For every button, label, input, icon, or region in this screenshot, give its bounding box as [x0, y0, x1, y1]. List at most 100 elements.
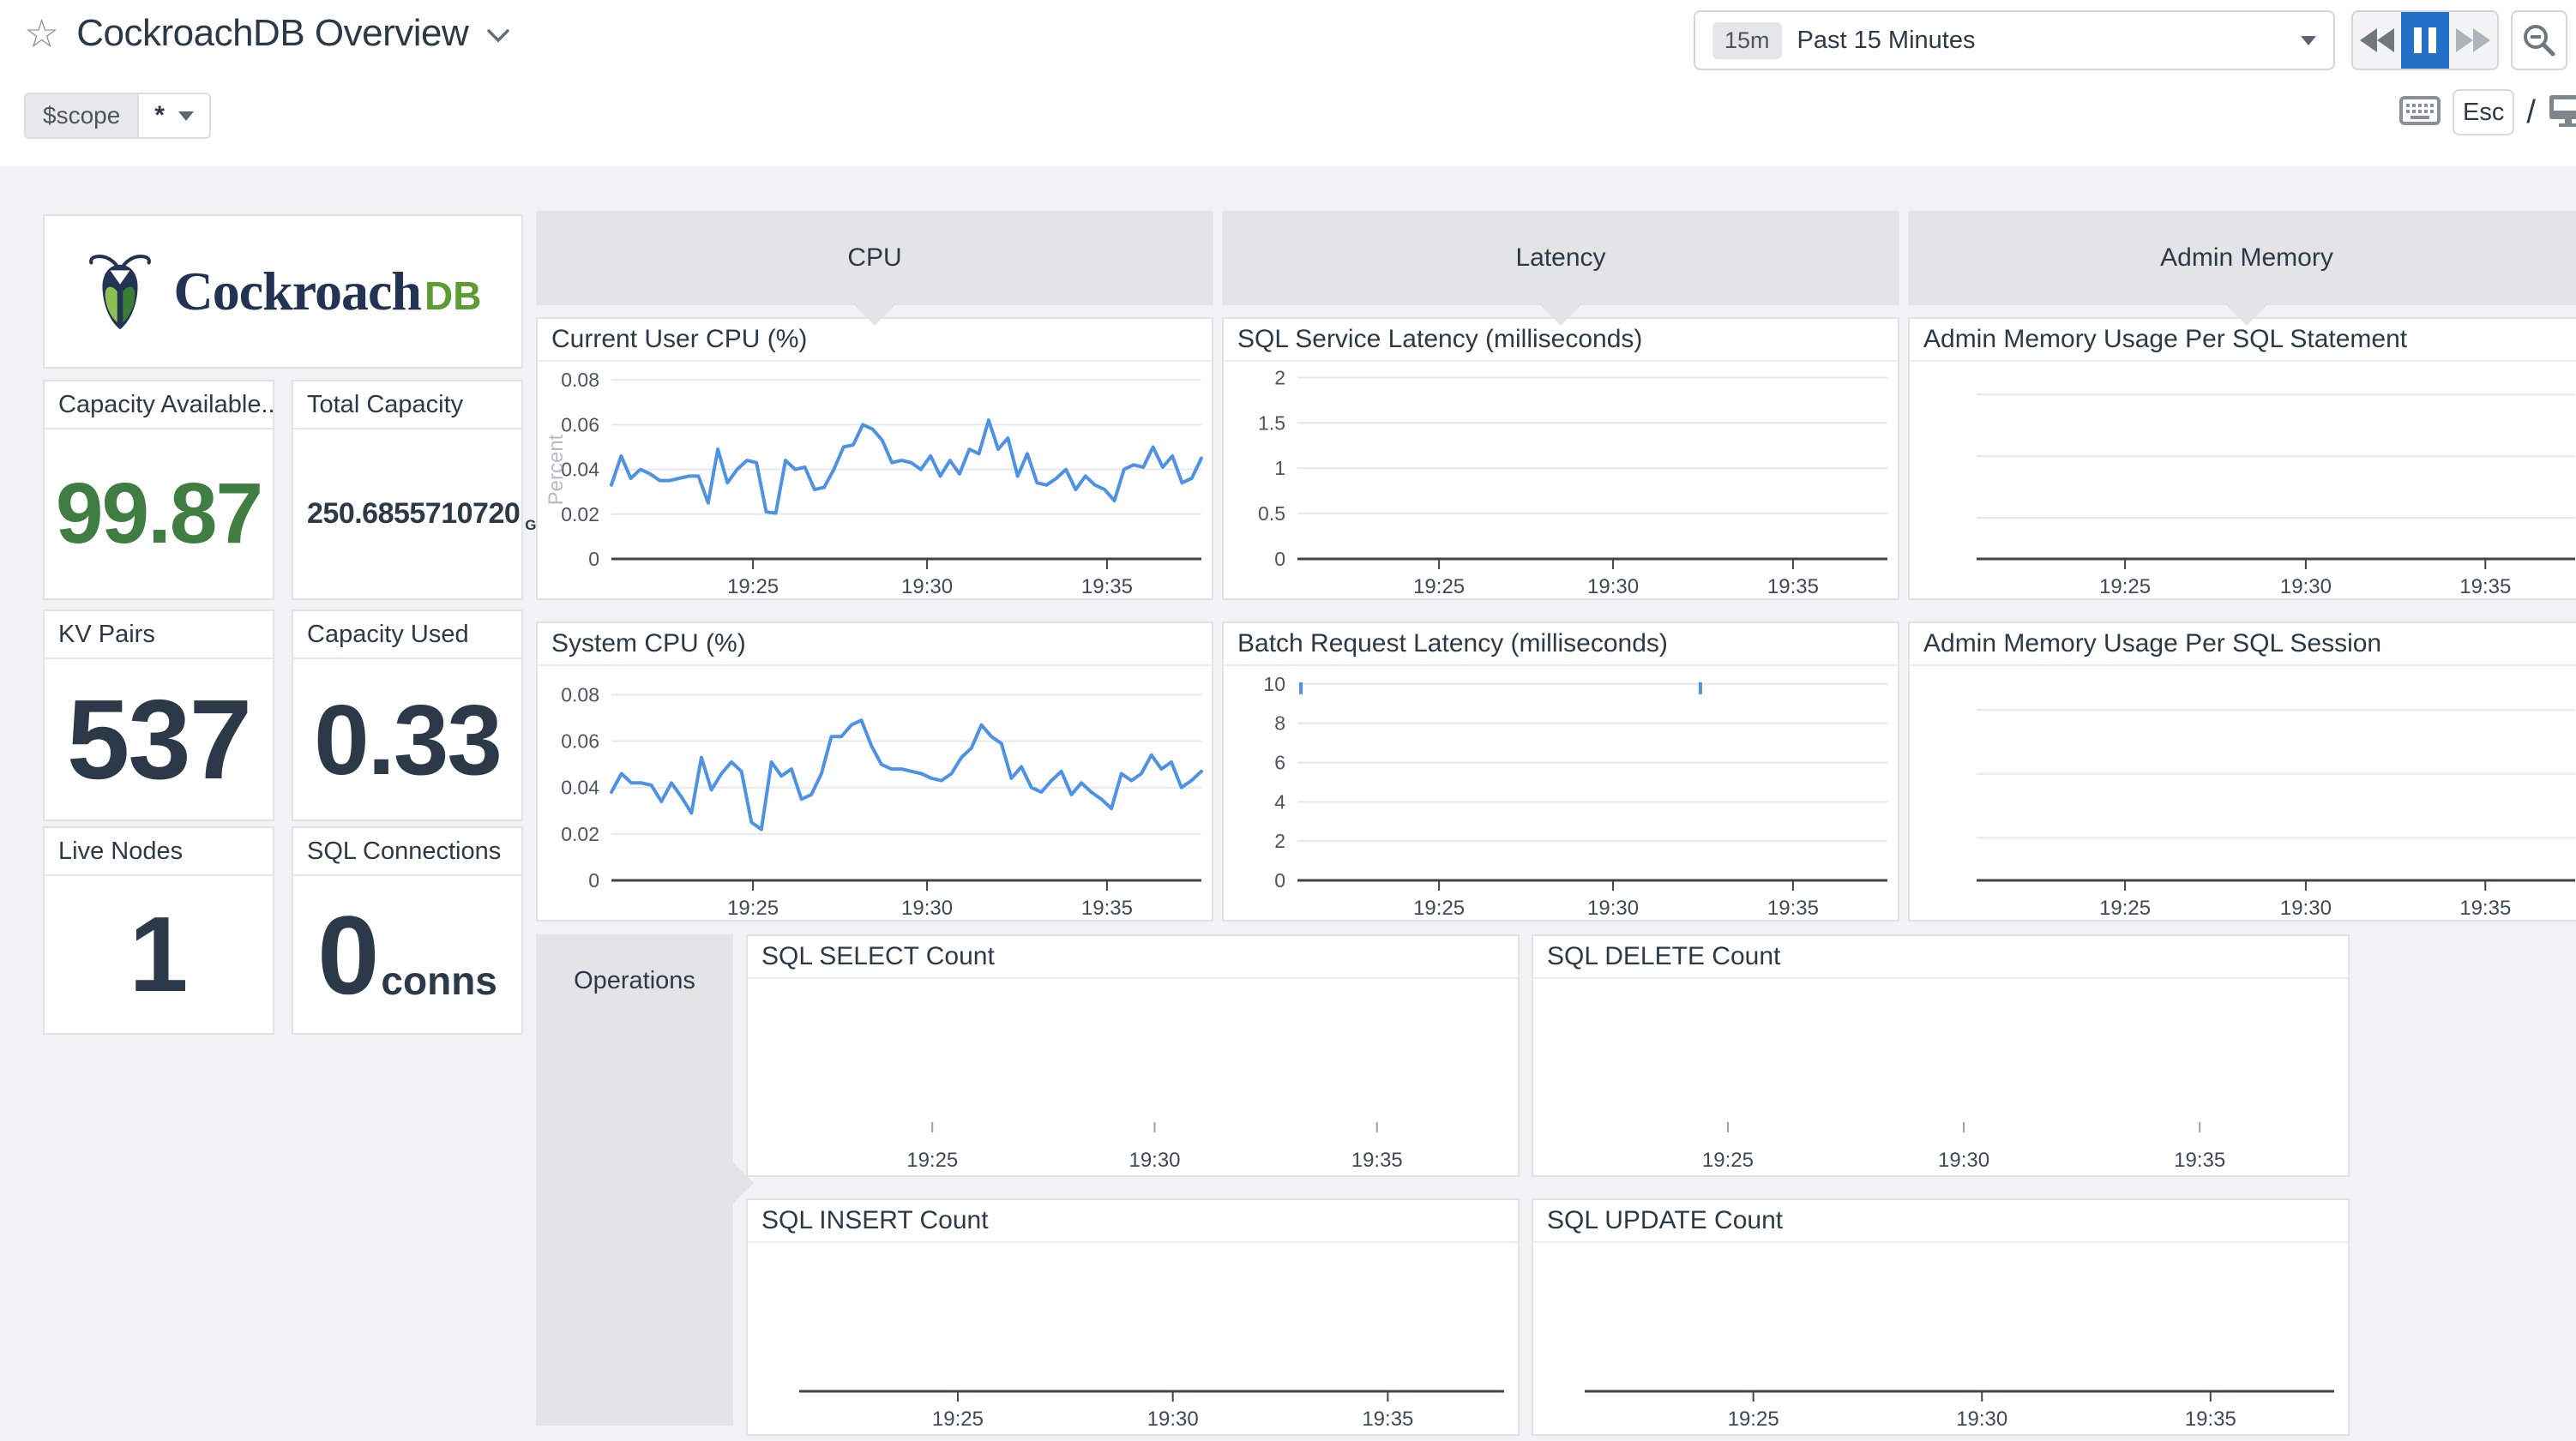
chart-sql-service-latency[interactable]: SQL Service Latency (milliseconds) 00.51…: [1222, 317, 1899, 600]
stat-label: Live Nodes: [45, 828, 273, 876]
svg-text:19:35: 19:35: [2174, 1149, 2225, 1172]
svg-text:0.08: 0.08: [561, 683, 599, 705]
chart-title: System CPU (%): [538, 623, 1212, 666]
plot-area[interactable]: 024681019:2519:3019:35: [1224, 666, 1898, 920]
group-label: Operations: [536, 967, 733, 995]
chart-title: SQL INSERT Count: [748, 1200, 1518, 1243]
stat-live-nodes[interactable]: Live Nodes 1: [43, 826, 274, 1035]
plot-area[interactable]: 00.020.040.060.0819:2519:3019:35: [538, 666, 1212, 920]
plot-area[interactable]: 19:2519:3019:35: [748, 1243, 1518, 1434]
time-range-picker[interactable]: 15m Past 15 Minutes: [1694, 10, 2335, 70]
fast-forward-icon: [2453, 26, 2494, 55]
time-range-badge: 15m: [1712, 22, 1782, 59]
stat-sql-connections[interactable]: SQL Connections 0conns: [292, 826, 523, 1035]
svg-text:19:25: 19:25: [2099, 897, 2151, 920]
header-shortcuts: Esc /: [2399, 89, 2576, 135]
pause-button[interactable]: [2401, 12, 2449, 69]
chart-title: Batch Request Latency (milliseconds): [1224, 623, 1898, 666]
y-axis-title: Percent: [545, 435, 569, 506]
favorite-star-icon[interactable]: ☆: [24, 14, 59, 53]
stat-label: SQL Connections: [293, 828, 521, 876]
zoom-out-icon: [2520, 21, 2558, 59]
stat-capacity-available[interactable]: Capacity Available... 99.87: [43, 380, 274, 600]
stat-value: 99.87: [56, 465, 262, 563]
plot-area[interactable]: 00.511.5219:2519:3019:35: [1224, 362, 1898, 598]
esc-key-badge: Esc: [2453, 89, 2514, 135]
logo-db-suffix: DB: [424, 273, 481, 318]
chart-title: SQL SELECT Count: [748, 936, 1518, 979]
plot-area[interactable]: 19:2519:3019:35: [1533, 979, 2348, 1175]
logo-wordmark: Cockroach: [174, 261, 421, 321]
svg-text:19:35: 19:35: [1081, 897, 1133, 920]
page-title: CockroachDB Overview: [76, 12, 468, 55]
tv-mode-icon[interactable]: [2548, 93, 2576, 132]
stat-total-capacity[interactable]: Total Capacity 250.6855710720GB: [292, 380, 523, 600]
plot-area[interactable]: 19:25 19:30 19:35: [1910, 666, 2576, 920]
zoom-out-button[interactable]: [2511, 10, 2567, 70]
dashboard: ☆ CockroachDB Overview 15m Past 15 Minut…: [0, 0, 2576, 1441]
svg-text:19:25: 19:25: [1702, 1149, 1754, 1172]
stat-label: Capacity Used: [293, 611, 521, 659]
chart-admin-memory-per-sql-statement[interactable]: Admin Memory Usage Per SQL Statement 19:…: [1908, 317, 2576, 600]
group-header-admin-memory[interactable]: Admin Memory: [1908, 211, 2576, 305]
svg-text:0.04: 0.04: [561, 777, 599, 799]
rewind-button[interactable]: [2353, 12, 2401, 69]
chart-current-user-cpu[interactable]: Current User CPU (%) Percent 00.020.040.…: [536, 317, 1213, 600]
dashboard-titlebar: ☆ CockroachDB Overview: [24, 12, 511, 55]
svg-text:19:35: 19:35: [1362, 1408, 1413, 1431]
svg-text:19:25: 19:25: [1413, 897, 1465, 920]
group-cpu-notch: [854, 305, 895, 326]
group-operations-notch: [733, 1162, 754, 1204]
svg-text:0.06: 0.06: [561, 730, 599, 753]
svg-text:0: 0: [1274, 548, 1285, 570]
scope-caret-icon: [178, 111, 194, 121]
chart-system-cpu[interactable]: System CPU (%) 00.020.040.060.0819:2519:…: [536, 621, 1213, 922]
plot-area[interactable]: 19:2519:3019:35: [1910, 362, 2576, 598]
template-variable-scope[interactable]: $scope *: [24, 93, 211, 139]
group-header-operations[interactable]: Operations: [536, 934, 733, 1426]
chart-sql-delete-count[interactable]: SQL DELETE Count 19:2519:3019:35: [1532, 934, 2350, 1177]
cockroachdb-logo-card[interactable]: CockroachDB: [43, 214, 523, 369]
time-range-caret-icon: [2301, 36, 2316, 45]
chart-batch-request-latency[interactable]: Batch Request Latency (milliseconds) 024…: [1222, 621, 1899, 922]
chart-sql-select-count[interactable]: SQL SELECT Count 19:2519:3019:35: [746, 934, 1520, 1177]
svg-text:2: 2: [1274, 366, 1285, 388]
time-playback-controls: [2351, 10, 2499, 70]
group-latency-notch: [1540, 305, 1581, 326]
svg-text:2: 2: [1274, 830, 1285, 852]
svg-text:0.02: 0.02: [561, 823, 599, 845]
stat-unit: conns: [381, 958, 497, 1004]
stat-value: 250.6855710720: [307, 497, 520, 531]
chart-sql-insert-count[interactable]: SQL INSERT Count 19:2519:3019:35: [746, 1198, 1520, 1436]
svg-text:19:30: 19:30: [1587, 897, 1639, 920]
stat-kv-pairs[interactable]: KV Pairs 537: [43, 609, 274, 821]
group-header-latency[interactable]: Latency: [1222, 211, 1899, 305]
keyboard-icon[interactable]: [2399, 95, 2441, 130]
svg-text:0: 0: [1274, 869, 1285, 892]
svg-text:19:25: 19:25: [2099, 575, 2151, 598]
title-chevron-down-icon[interactable]: [485, 27, 511, 49]
svg-text:1.5: 1.5: [1258, 411, 1285, 434]
stat-capacity-used[interactable]: Capacity Used 0.33: [292, 609, 523, 821]
plot-area[interactable]: 19:2519:3019:35: [748, 979, 1518, 1175]
stat-value: 0: [317, 891, 377, 1019]
chart-admin-memory-per-sql-session[interactable]: Admin Memory Usage Per SQL Session 19:25…: [1908, 621, 2576, 922]
cockroach-bug-icon: [85, 242, 155, 341]
stat-label: Capacity Available...: [45, 381, 273, 429]
chart-title: Admin Memory Usage Per SQL Session: [1910, 623, 2576, 666]
svg-text:8: 8: [1274, 712, 1285, 735]
chart-sql-update-count[interactable]: SQL UPDATE Count 19:2519:3019:35: [1532, 1198, 2350, 1436]
svg-text:19:25: 19:25: [1413, 575, 1465, 598]
plot-area[interactable]: 00.020.040.060.0819:2519:3019:35: [538, 362, 1212, 598]
svg-text:0: 0: [588, 869, 599, 892]
plot-area[interactable]: 19:2519:3019:35: [1533, 1243, 2348, 1434]
svg-text:6: 6: [1274, 752, 1285, 774]
svg-text:1: 1: [1274, 457, 1285, 479]
time-range-label: Past 15 Minutes: [1797, 27, 2301, 55]
svg-text:19:30: 19:30: [2280, 897, 2332, 920]
svg-text:10: 10: [1263, 673, 1285, 695]
group-header-cpu[interactable]: CPU: [536, 211, 1213, 305]
svg-text:19:35: 19:35: [2459, 897, 2511, 920]
svg-text:0.5: 0.5: [1258, 502, 1285, 525]
fast-forward-button[interactable]: [2449, 12, 2497, 69]
